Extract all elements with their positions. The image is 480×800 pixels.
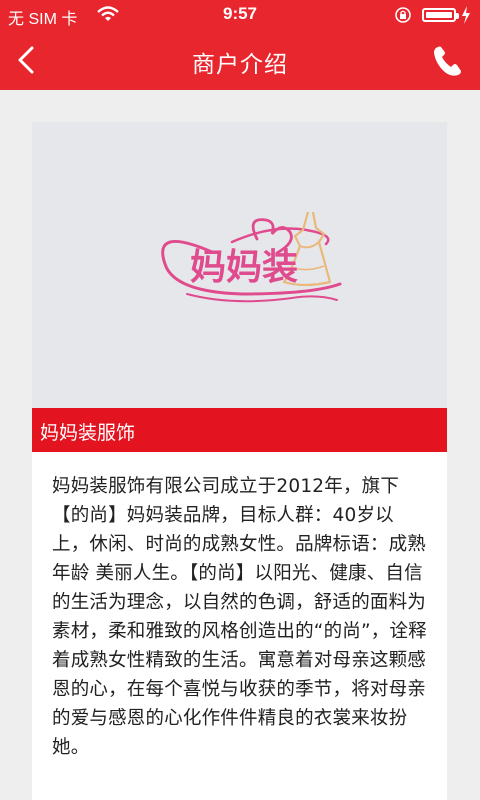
status-bar: 无 SIM 卡 9:57 (0, 0, 480, 30)
battery-icon (422, 8, 459, 22)
brand-logo: 妈妈装 (161, 211, 342, 303)
merchant-image: 妈妈装 (32, 122, 447, 408)
orientation-lock-icon (395, 7, 411, 23)
merchant-name-header: 妈妈装服饰 (32, 408, 447, 452)
charging-icon (462, 6, 470, 24)
merchant-description-card: 妈妈装服饰有限公司成立于2012年，旗下【的尚】妈妈装品牌，目标人群：40岁以上… (32, 452, 447, 800)
merchant-description: 妈妈装服饰有限公司成立于2012年，旗下【的尚】妈妈装品牌，目标人群：40岁以上… (52, 476, 427, 758)
nav-bar: 商户介绍 (0, 30, 480, 90)
merchant-name: 妈妈装服饰 (40, 422, 136, 444)
phone-icon[interactable] (430, 43, 466, 79)
svg-text:妈妈装: 妈妈装 (190, 247, 298, 288)
page-title: 商户介绍 (192, 52, 288, 78)
